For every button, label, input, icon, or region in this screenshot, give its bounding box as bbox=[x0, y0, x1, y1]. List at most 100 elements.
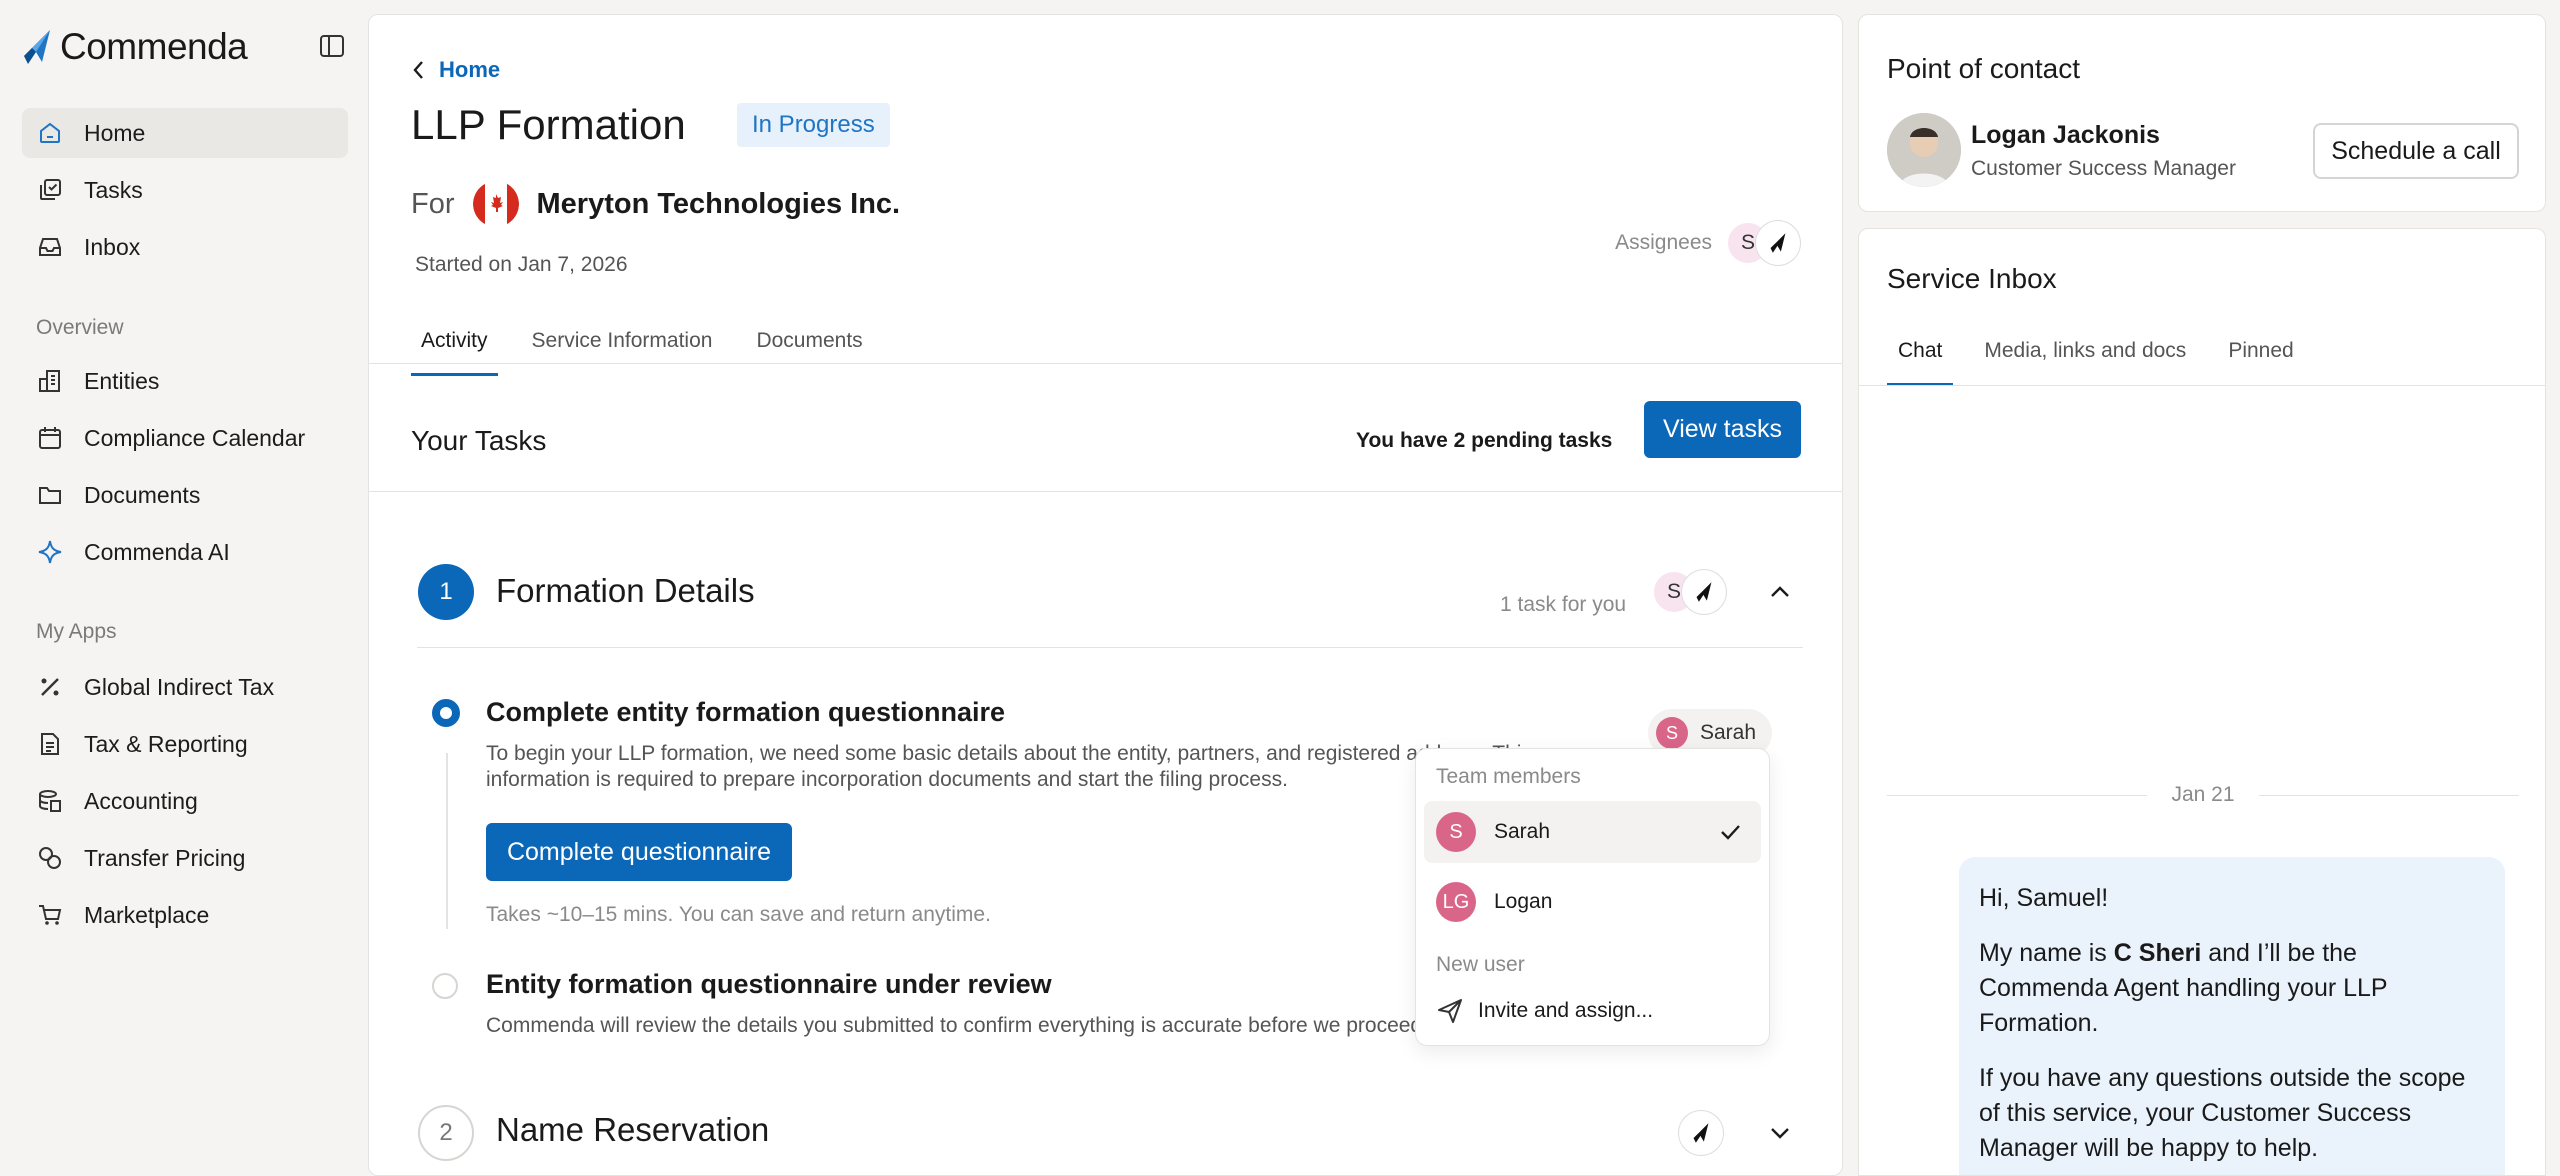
sidebar-item-entities[interactable]: Entities bbox=[22, 356, 348, 406]
avatar: S bbox=[1656, 717, 1688, 749]
step-number: 1 bbox=[418, 564, 474, 620]
sidebar-item-inbox[interactable]: Inbox bbox=[22, 222, 348, 272]
sidebar-item-documents[interactable]: Documents bbox=[22, 470, 348, 520]
tab-pinned[interactable]: Pinned bbox=[2217, 327, 2304, 386]
commenda-agent-avatar bbox=[1682, 570, 1726, 614]
task-description-line: To begin your LLP formation, we need som… bbox=[486, 742, 1532, 765]
chat-message: Hi, Samuel! My name is C Sheri and I’ll … bbox=[1959, 857, 2505, 1175]
task-status-radio[interactable] bbox=[432, 973, 458, 999]
page-title: LLP Formation bbox=[411, 101, 686, 148]
sidebar-item-tax-reporting[interactable]: Tax & Reporting bbox=[22, 719, 348, 769]
sidebar-item-label: Transfer Pricing bbox=[84, 844, 246, 871]
step-title: Formation Details bbox=[496, 572, 755, 609]
date-separator: Jan 21 bbox=[1887, 783, 2519, 807]
member-name: Logan bbox=[1494, 890, 1553, 913]
tab-service-information[interactable]: Service Information bbox=[522, 315, 723, 376]
logo[interactable]: Commenda bbox=[20, 26, 248, 68]
point-of-contact-card: Point of contact Logan Jackonis Customer… bbox=[1858, 14, 2546, 212]
tab-activity[interactable]: Activity bbox=[411, 315, 498, 376]
sidebar-toggle-icon[interactable] bbox=[318, 32, 346, 60]
contact-name: Logan Jackonis bbox=[1971, 121, 2160, 149]
started-date: Started on Jan 7, 2026 bbox=[415, 253, 628, 276]
sidebar-item-label: Home bbox=[84, 119, 146, 146]
sidebar-item-home[interactable]: Home bbox=[22, 108, 348, 158]
divider bbox=[417, 647, 1803, 648]
step-assignees: S bbox=[1652, 570, 1726, 614]
tab-documents[interactable]: Documents bbox=[746, 315, 872, 376]
for-label: For bbox=[411, 187, 455, 220]
sidebar-item-marketplace[interactable]: Marketplace bbox=[22, 890, 348, 940]
primary-nav: Home Tasks Inbox bbox=[22, 108, 348, 279]
commenda-logo-icon bbox=[1696, 582, 1712, 602]
task-time-note: Takes ~10–15 mins. You can save and retu… bbox=[486, 903, 991, 926]
sidebar-item-label: Tax & Reporting bbox=[84, 730, 248, 757]
document-icon bbox=[36, 730, 64, 758]
message-paragraph: If you have any questions outside the sc… bbox=[1979, 1064, 2466, 1162]
folder-icon bbox=[36, 481, 64, 509]
percent-icon bbox=[36, 673, 64, 701]
task-title[interactable]: Complete entity formation questionnaire bbox=[486, 697, 1005, 728]
tab-chat[interactable]: Chat bbox=[1887, 327, 1954, 386]
task-status-radio[interactable] bbox=[432, 699, 460, 727]
assignee-name: Sarah bbox=[1700, 721, 1757, 744]
separator-line bbox=[1887, 794, 2148, 796]
building-icon bbox=[36, 367, 64, 395]
complete-questionnaire-button[interactable]: Complete questionnaire bbox=[486, 823, 792, 881]
tasks-icon bbox=[36, 176, 64, 204]
sidebar-item-accounting[interactable]: Accounting bbox=[22, 776, 348, 826]
company-row: For Meryton Technologies Inc. bbox=[411, 181, 900, 227]
commenda-logo-icon bbox=[24, 30, 50, 64]
avatar: S bbox=[1436, 812, 1476, 852]
back-link-label: Home bbox=[439, 57, 501, 82]
avatar: LG bbox=[1436, 882, 1476, 922]
invite-and-assign-item[interactable]: Invite and assign... bbox=[1424, 983, 1761, 1039]
status-badge: In Progress bbox=[737, 103, 890, 147]
back-link[interactable]: Home bbox=[411, 57, 500, 83]
overview-nav: Entities Compliance Calendar Documents C… bbox=[22, 356, 348, 584]
sidebar-item-global-indirect-tax[interactable]: Global Indirect Tax bbox=[22, 662, 348, 712]
logo-text: Commenda bbox=[60, 26, 248, 67]
send-icon bbox=[1438, 999, 1462, 1023]
database-icon bbox=[36, 787, 64, 815]
task-description: To begin your LLP formation, we need som… bbox=[486, 741, 1532, 793]
message-text: My name is bbox=[1979, 939, 2114, 967]
apps-nav: Global Indirect Tax Tax & Reporting Acco… bbox=[22, 662, 348, 947]
tab-media-links-docs[interactable]: Media, links and docs bbox=[1973, 327, 2197, 386]
chevron-up-icon[interactable] bbox=[1766, 578, 1794, 606]
sidebar-item-tasks[interactable]: Tasks bbox=[22, 165, 348, 215]
avatar-stack: S bbox=[1726, 221, 1800, 265]
sidebar-item-commenda-ai[interactable]: Commenda AI bbox=[22, 527, 348, 577]
sidebar-item-label: Accounting bbox=[84, 787, 198, 814]
sidebar-item-label: Compliance Calendar bbox=[84, 424, 306, 451]
message-paragraph: My name is C Sheri and I’ll be the Comme… bbox=[1979, 936, 2485, 1041]
new-user-heading: New user bbox=[1436, 953, 1525, 976]
date-label: Jan 21 bbox=[2171, 783, 2235, 806]
contact-avatar bbox=[1887, 113, 1961, 187]
calendar-icon bbox=[36, 424, 64, 452]
sidebar-item-label: Entities bbox=[84, 367, 160, 394]
chevron-down-icon[interactable] bbox=[1766, 1119, 1794, 1147]
service-inbox-card: Service Inbox Chat Media, links and docs… bbox=[1858, 228, 2546, 1176]
divider bbox=[369, 491, 1842, 492]
sidebar-item-compliance-calendar[interactable]: Compliance Calendar bbox=[22, 413, 348, 463]
inbox-icon bbox=[36, 233, 64, 261]
sidebar-item-label: Tasks bbox=[84, 176, 143, 203]
company-name[interactable]: Meryton Technologies Inc. bbox=[537, 188, 901, 221]
dropdown-item-sarah[interactable]: S Sarah bbox=[1424, 801, 1761, 863]
dropdown-item-logan[interactable]: LG Logan bbox=[1424, 871, 1761, 933]
check-icon bbox=[1721, 825, 1740, 840]
commenda-logo-icon bbox=[1770, 233, 1786, 253]
inbox-tabs: Chat Media, links and docs Pinned bbox=[1887, 327, 2325, 386]
assignee-dropdown: Team members S Sarah LG Logan New user I… bbox=[1415, 748, 1770, 1046]
sidebar-item-label: Marketplace bbox=[84, 901, 210, 928]
sidebar-item-transfer-pricing[interactable]: Transfer Pricing bbox=[22, 833, 348, 883]
task-title[interactable]: Entity formation questionnaire under rev… bbox=[486, 969, 1052, 1000]
view-tasks-button[interactable]: View tasks bbox=[1644, 401, 1801, 458]
schedule-call-button[interactable]: Schedule a call bbox=[2313, 123, 2519, 179]
contact-role: Customer Success Manager bbox=[1971, 157, 2236, 180]
task-description-line: Commenda will review the details you sub… bbox=[486, 1014, 1416, 1037]
assignees[interactable]: Assignees S bbox=[1615, 221, 1800, 265]
team-members-heading: Team members bbox=[1436, 765, 1581, 788]
commenda-agent-avatar bbox=[1756, 221, 1800, 265]
agent-name: C Sheri bbox=[2113, 939, 2202, 967]
